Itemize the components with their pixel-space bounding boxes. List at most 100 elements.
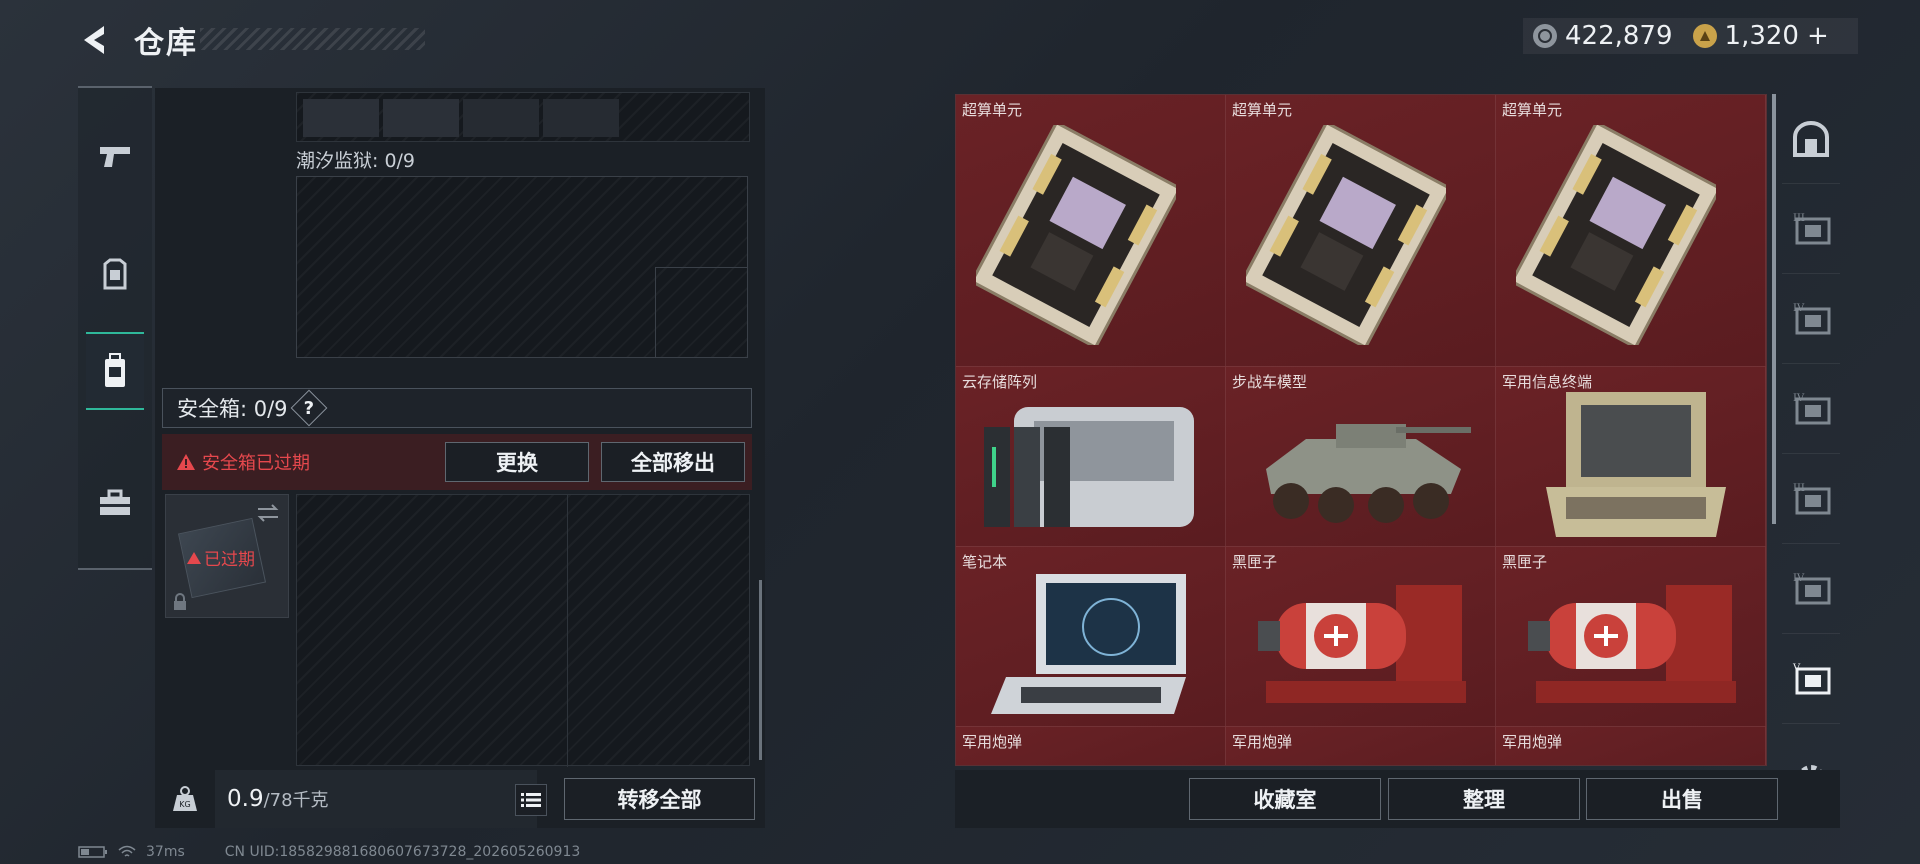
server-array-icon (984, 407, 1194, 527)
item-slot[interactable] (383, 99, 459, 137)
safe-box-label: 安全箱: 0/9 (177, 397, 288, 421)
warning-icon (187, 551, 201, 564)
gold-currency-value: 1,320 (1724, 21, 1799, 51)
stash-item[interactable]: 军用信息终端 (1496, 367, 1766, 547)
black-box-icon (1528, 585, 1736, 703)
add-currency-button[interactable]: + (1807, 21, 1829, 51)
stash-item[interactable]: 超算单元 (1226, 95, 1496, 367)
replace-button[interactable]: 更换 (445, 442, 589, 482)
stash-item[interactable]: 云存储阵列 (956, 367, 1226, 547)
move-all-out-button[interactable]: 全部移出 (601, 442, 745, 482)
stash-tab[interactable] (1782, 94, 1840, 184)
uid-text: CN UID:185829881680607673728_20260526091… (224, 844, 581, 860)
title-decoration (200, 28, 425, 50)
tier-3-stash-icon: III (1793, 213, 1831, 244)
stash-item-name: 超算单元 (1232, 101, 1293, 119)
weight-current: 0.9 (227, 786, 264, 812)
item-slot[interactable] (303, 99, 379, 137)
laptop-icon (991, 574, 1186, 714)
inventory-scrollbar[interactable] (759, 580, 762, 760)
tide-prison-grid[interactable] (296, 176, 748, 358)
swap-icon[interactable] (256, 503, 280, 523)
stash-action-bar: 收藏室 整理 出售 (955, 770, 1840, 828)
rail-item-weapons[interactable] (86, 120, 144, 194)
stash-tab[interactable]: IV (1782, 274, 1840, 364)
tier-3-case-icon: III (1793, 483, 1831, 514)
list-view-button[interactable] (515, 784, 547, 816)
grid-cell (655, 267, 747, 357)
shell-icon (1376, 741, 1496, 766)
stash-item[interactable]: 超算单元 (1496, 95, 1766, 367)
stash-item[interactable]: 军用炮弹 (1226, 727, 1496, 766)
stash-item-name: 军用炮弹 (962, 733, 1023, 751)
warning-icon (177, 454, 195, 470)
safe-box-grid[interactable] (296, 494, 750, 767)
field-terminal-icon (1546, 392, 1726, 537)
stash-item-name: 步战车模型 (1232, 373, 1308, 391)
stash-item-name: 超算单元 (962, 101, 1023, 119)
circuit-board-icon (1516, 125, 1716, 345)
category-rail (78, 86, 152, 570)
rail-item-toolbox[interactable] (86, 466, 144, 540)
back-arrow-icon (84, 26, 104, 54)
transfer-all-button[interactable]: 转移全部 (564, 778, 755, 820)
stash-item[interactable]: 军用炮弹 (956, 727, 1226, 766)
rail-item-backpack[interactable] (86, 332, 144, 410)
stash-item[interactable]: 军用炮弹 (1496, 727, 1766, 766)
stash-tab[interactable]: III (1782, 454, 1840, 544)
shell-icon (1106, 741, 1226, 766)
stash-item-name: 黑匣子 (1232, 553, 1278, 571)
stash-tab[interactable]: III (1782, 184, 1840, 274)
item-slot[interactable] (543, 99, 619, 137)
pistol-icon (100, 147, 130, 167)
svg-text:KG: KG (179, 800, 190, 809)
weight-max: /78千克 (263, 790, 329, 811)
stash-item-name: 云存储阵列 (962, 373, 1038, 391)
stash-item[interactable]: 超算单元 (956, 95, 1226, 367)
tier-5-stash-icon: V (1792, 663, 1831, 694)
stash-item-name: 超算单元 (1502, 101, 1563, 119)
rail-item-armor[interactable] (86, 238, 144, 312)
stash-tabs-rail: III IV IV III IV V (1782, 94, 1840, 814)
svg-text:IV: IV (1793, 393, 1805, 404)
weight-bar: KG 0.9 /78千克 转移全部 (155, 770, 765, 828)
currency-display: 422,879 1,320 + (1523, 18, 1858, 54)
stash-item-name: 军用炮弹 (1232, 733, 1293, 751)
svg-text:IV: IV (1793, 303, 1805, 314)
circuit-board-icon (1246, 125, 1446, 345)
shell-icon (1646, 741, 1766, 766)
stash-tab[interactable]: IV (1782, 364, 1840, 454)
stash-tab[interactable]: V (1782, 634, 1840, 724)
item-slot[interactable] (463, 99, 539, 137)
armor-icon (103, 258, 127, 290)
help-icon[interactable]: ? (290, 389, 327, 427)
organize-button[interactable]: 整理 (1388, 778, 1580, 820)
ping-text: 37ms (146, 844, 185, 860)
back-button[interactable] (78, 22, 114, 58)
stash-item[interactable]: 黑匣子 (1226, 547, 1496, 727)
stash-tab[interactable]: IV (1782, 544, 1840, 634)
page-title: 仓库 (134, 26, 198, 61)
silver-coin-icon (1533, 24, 1557, 48)
stash-item-name: 军用信息终端 (1502, 373, 1593, 391)
weight-readout: 0.9 /78千克 (215, 770, 537, 828)
battery-icon (78, 846, 107, 858)
tide-prison-label: 潮汐监狱: 0/9 (296, 150, 416, 172)
list-icon (521, 793, 541, 807)
armored-vehicle-icon (1266, 424, 1471, 523)
stash-scrollbar[interactable] (1772, 94, 1776, 524)
black-box-icon (1258, 585, 1466, 703)
collection-room-button[interactable]: 收藏室 (1189, 778, 1381, 820)
svg-text:IV: IV (1793, 573, 1805, 584)
stash-item-name: 笔记本 (962, 553, 1008, 571)
safe-case-item[interactable]: 已过期 (165, 494, 289, 618)
sell-button[interactable]: 出售 (1586, 778, 1778, 820)
toolbox-icon (100, 489, 130, 515)
stash-item[interactable]: 黑匣子 (1496, 547, 1766, 727)
gold-coin-icon (1692, 24, 1717, 48)
stash-item[interactable]: 步战车模型 (1226, 367, 1496, 547)
stash-item[interactable]: 笔记本 (956, 547, 1226, 727)
container-grid-top (296, 92, 750, 142)
lock-icon (174, 593, 186, 610)
wifi-icon (118, 845, 136, 857)
